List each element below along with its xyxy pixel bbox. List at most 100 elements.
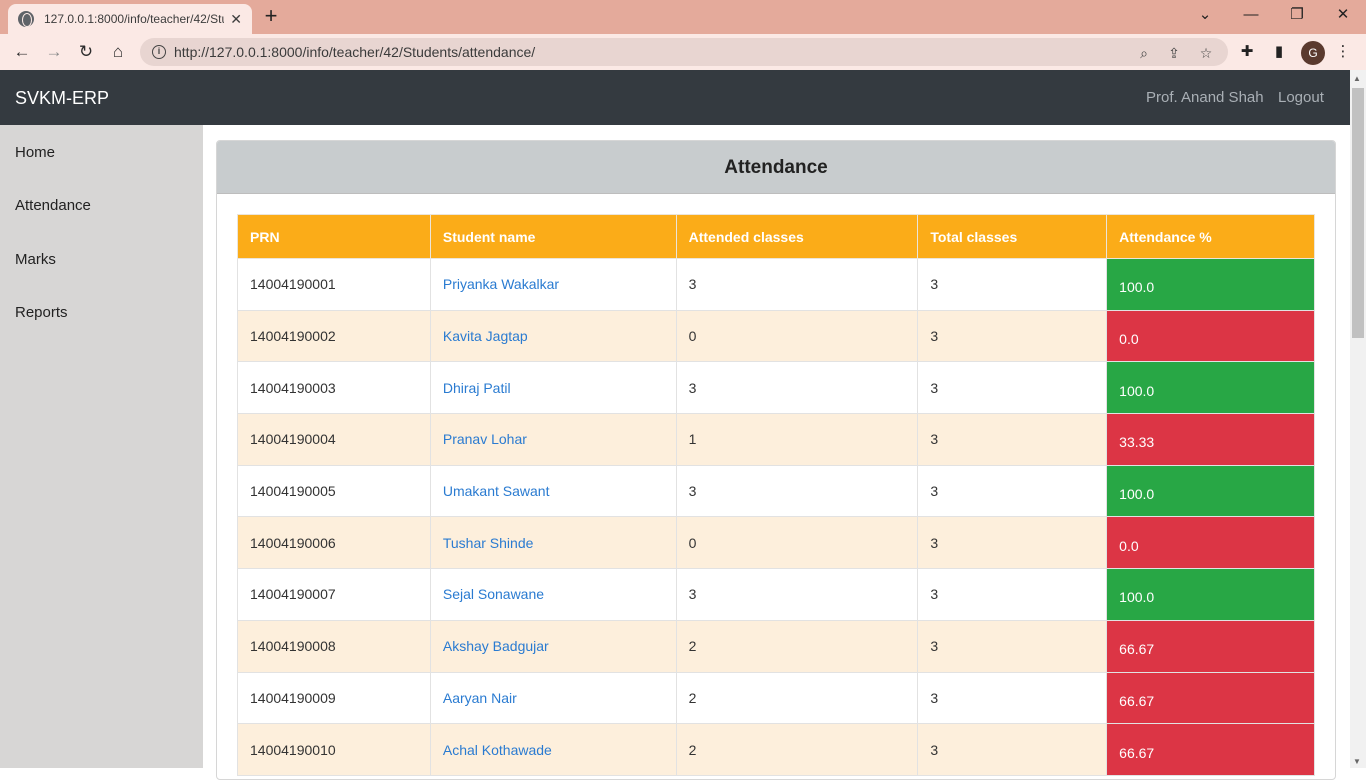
attendance-pct-badge: 33.33 xyxy=(1106,413,1315,466)
attended-cell: 3 xyxy=(675,568,919,621)
menu-icon[interactable]: ⋮ xyxy=(1333,42,1353,62)
browser-tab-bar: 127.0.0.1:8000/info/teacher/42/Stu ✕ + ⌄… xyxy=(0,0,1366,34)
user-name-link[interactable]: Prof. Anand Shah xyxy=(1146,89,1264,106)
attended-cell: 2 xyxy=(675,619,919,673)
table-row: 14004190007 Sejal Sonawane 3 3 100.0 xyxy=(237,568,1315,621)
total-cell: 3 xyxy=(917,258,1108,311)
student-name-link[interactable]: Akshay Badgujar xyxy=(429,619,677,673)
scroll-up-icon[interactable]: ▲ xyxy=(1353,74,1361,83)
attended-cell: 3 xyxy=(675,361,919,415)
attendance-pct-badge: 66.67 xyxy=(1106,671,1315,725)
column-header-total: Total classes xyxy=(917,214,1108,259)
close-window-button[interactable]: ✕ xyxy=(1329,4,1357,28)
prn-cell: 14004190003 xyxy=(237,361,431,415)
zoom-icon[interactable]: ⌕ xyxy=(1135,44,1153,62)
restore-button[interactable]: ❐ xyxy=(1283,4,1311,28)
scroll-down-icon[interactable]: ▼ xyxy=(1353,757,1361,766)
table-row: 14004190002 Kavita Jagtap 0 3 0.0 xyxy=(237,309,1315,363)
sidebar-item-reports[interactable]: Reports xyxy=(15,304,68,321)
table-row: 14004190008 Akshay Badgujar 2 3 66.67 xyxy=(237,619,1315,673)
attendance-pct-badge: 0.0 xyxy=(1106,516,1315,570)
sidebar: Home Attendance Marks Reports xyxy=(0,125,203,768)
back-icon[interactable]: ← xyxy=(10,40,34,64)
table-row: 14004190009 Aaryan Nair 2 3 66.67 xyxy=(237,671,1315,725)
attendance-card: Attendance PRN Student name Attended cla… xyxy=(216,140,1336,780)
column-header-student-name: Student name xyxy=(429,214,677,259)
column-header-attendance-pct: Attendance % xyxy=(1106,214,1315,259)
table-header-row: PRN Student name Attended classes Total … xyxy=(237,214,1315,259)
prn-cell: 14004190001 xyxy=(237,258,431,311)
total-cell: 3 xyxy=(917,671,1108,725)
attended-cell: 0 xyxy=(675,516,919,570)
student-name-link[interactable]: Umakant Sawant xyxy=(429,464,677,518)
globe-icon xyxy=(18,11,34,27)
browser-tab[interactable]: 127.0.0.1:8000/info/teacher/42/Stu ✕ xyxy=(8,4,252,34)
attended-cell: 2 xyxy=(675,671,919,725)
total-cell: 3 xyxy=(917,568,1108,621)
site-info-icon[interactable]: i xyxy=(152,45,166,59)
address-bar[interactable]: i http://127.0.0.1:8000/info/teacher/42/… xyxy=(140,38,1228,66)
app-navbar: SVKM-ERP Prof. Anand Shah Logout xyxy=(0,70,1350,125)
new-tab-button[interactable]: + xyxy=(260,4,282,28)
column-header-attended: Attended classes xyxy=(675,214,919,259)
total-cell: 3 xyxy=(917,361,1108,415)
attendance-pct-badge: 100.0 xyxy=(1106,361,1315,415)
extensions-icon[interactable]: ✚ xyxy=(1237,42,1257,62)
browser-toolbar: ← → ↻ ⌂ i http://127.0.0.1:8000/info/tea… xyxy=(0,34,1366,70)
attendance-pct-badge: 100.0 xyxy=(1106,568,1315,621)
tab-search-icon[interactable]: ⌄ xyxy=(1191,4,1219,28)
tab-close-icon[interactable]: ✕ xyxy=(230,11,242,28)
student-name-link[interactable]: Sejal Sonawane xyxy=(429,568,677,621)
total-cell: 3 xyxy=(917,309,1108,363)
attendance-pct-badge: 66.67 xyxy=(1106,619,1315,673)
profile-avatar[interactable]: G xyxy=(1301,41,1325,65)
prn-cell: 14004190008 xyxy=(237,619,431,673)
forward-icon[interactable]: → xyxy=(42,40,66,64)
column-header-prn: PRN xyxy=(237,214,431,259)
prn-cell: 14004190002 xyxy=(237,309,431,363)
attended-cell: 3 xyxy=(675,258,919,311)
student-name-link[interactable]: Tushar Shinde xyxy=(429,516,677,570)
sidebar-item-marks[interactable]: Marks xyxy=(15,251,56,268)
total-cell: 3 xyxy=(917,464,1108,518)
table-row: 14004190003 Dhiraj Patil 3 3 100.0 xyxy=(237,361,1315,415)
attended-cell: 0 xyxy=(675,309,919,363)
logout-link[interactable]: Logout xyxy=(1278,89,1324,106)
student-name-link[interactable]: Pranav Lohar xyxy=(429,413,677,466)
bookmark-star-icon[interactable]: ☆ xyxy=(1197,44,1215,62)
prn-cell: 14004190009 xyxy=(237,671,431,725)
attended-cell: 1 xyxy=(675,413,919,466)
prn-cell: 14004190006 xyxy=(237,516,431,570)
attendance-pct-badge: 100.0 xyxy=(1106,258,1315,311)
prn-cell: 14004190007 xyxy=(237,568,431,621)
sidebar-item-home[interactable]: Home xyxy=(15,144,55,161)
main-content: Attendance PRN Student name Attended cla… xyxy=(203,125,1350,780)
share-icon[interactable]: ⇪ xyxy=(1165,44,1183,62)
sidebar-item-attendance[interactable]: Attendance xyxy=(15,197,91,214)
reload-icon[interactable]: ↻ xyxy=(74,40,98,64)
prn-cell: 14004190005 xyxy=(237,464,431,518)
student-name-link[interactable]: Aaryan Nair xyxy=(429,671,677,725)
url-text: http://127.0.0.1:8000/info/teacher/42/St… xyxy=(174,44,536,60)
table-row: 14004190001 Priyanka Wakalkar 3 3 100.0 xyxy=(237,258,1315,311)
attended-cell: 3 xyxy=(675,464,919,518)
prn-cell: 14004190004 xyxy=(237,413,431,466)
table-row: 14004190006 Tushar Shinde 0 3 0.0 xyxy=(237,516,1315,570)
attendance-table: PRN Student name Attended classes Total … xyxy=(237,214,1315,776)
brand-link[interactable]: SVKM-ERP xyxy=(15,88,109,109)
student-name-link[interactable]: Dhiraj Patil xyxy=(429,361,677,415)
scrollbar-thumb[interactable] xyxy=(1352,88,1364,338)
page-title: Attendance xyxy=(217,141,1335,194)
page-scrollbar[interactable]: ▲ ▼ xyxy=(1350,70,1366,768)
student-name-link[interactable]: Kavita Jagtap xyxy=(429,309,677,363)
tab-title: 127.0.0.1:8000/info/teacher/42/Stu xyxy=(44,12,224,26)
total-cell: 3 xyxy=(917,413,1108,466)
student-name-link[interactable]: Priyanka Wakalkar xyxy=(429,258,677,311)
total-cell: 3 xyxy=(917,516,1108,570)
side-panel-icon[interactable]: ▮ xyxy=(1269,42,1289,62)
total-cell: 3 xyxy=(917,619,1108,673)
minimize-button[interactable]: — xyxy=(1237,4,1265,28)
home-icon[interactable]: ⌂ xyxy=(106,40,130,64)
table-row: 14004190005 Umakant Sawant 3 3 100.0 xyxy=(237,464,1315,518)
attendance-pct-badge: 100.0 xyxy=(1106,464,1315,518)
